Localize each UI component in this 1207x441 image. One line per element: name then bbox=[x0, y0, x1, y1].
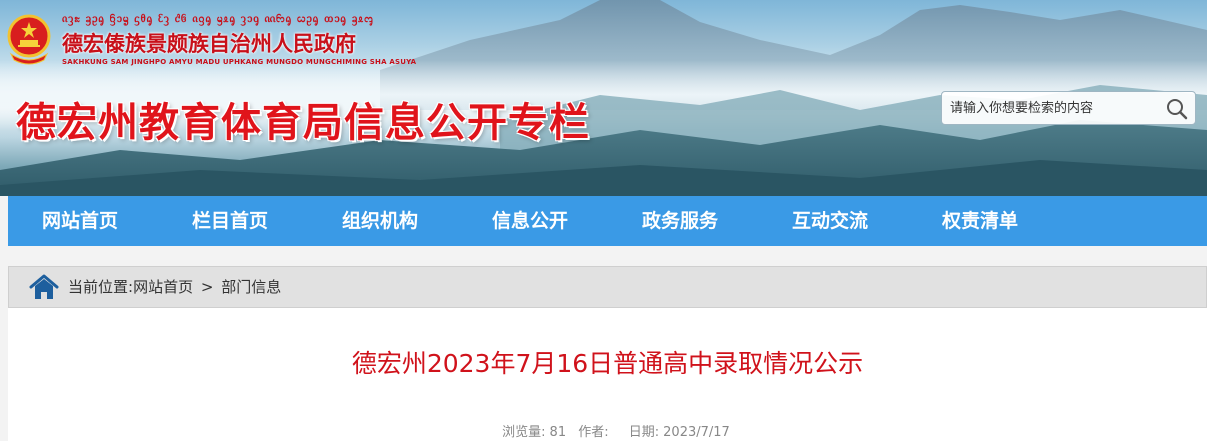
article-title: 德宏州2023年7月16日普通高中录取情况公示 bbox=[351, 349, 864, 378]
nav-item-responsibility-list[interactable]: 权责清单 bbox=[942, 196, 1018, 246]
nav-item-column-home[interactable]: 栏目首页 bbox=[192, 196, 268, 246]
search-input[interactable] bbox=[950, 92, 1160, 124]
minority-script-title: ᦵᦡᦰ ᦃᦳᧂ ᦌᦱᧄ ᦓᦲᧂ ᦷᦡ ᦺᦑ ᦵᦋᧂ ᦙᦸᧂ ᦡᦱᧁ ᦶᦝᧂ ᦍᦳ… bbox=[62, 12, 374, 25]
national-emblem-icon bbox=[7, 14, 51, 65]
nav-item-organization[interactable]: 组织机构 bbox=[342, 196, 418, 246]
breadcrumb-current[interactable]: 部门信息 bbox=[221, 278, 281, 296]
date-label: 日期: bbox=[628, 425, 660, 440]
article-meta: 浏览量: 81 作者: 日期: 2023/7/17 bbox=[8, 421, 1207, 440]
views-value: 81 bbox=[549, 425, 567, 440]
breadcrumb-separator: > bbox=[200, 278, 214, 296]
nav-item-info-disclosure[interactable]: 信息公开 bbox=[492, 196, 568, 246]
views-label: 浏览量: bbox=[502, 425, 546, 440]
nav-item-site-home[interactable]: 网站首页 bbox=[42, 196, 118, 246]
breadcrumb: 当前位置:网站首页 > 部门信息 bbox=[8, 266, 1207, 308]
search-box bbox=[941, 91, 1196, 125]
home-icon[interactable] bbox=[29, 274, 59, 300]
government-name: 德宏傣族景颇族自治州人民政府 bbox=[62, 32, 356, 56]
nav-item-gov-services[interactable]: 政务服务 bbox=[642, 196, 718, 246]
breadcrumb-home-link[interactable]: 网站首页 bbox=[133, 278, 193, 296]
author-label: 作者: bbox=[578, 425, 609, 440]
government-name-latin: SAKHKUNG SAM JINGHPO AMYU MADU UPHKANG M… bbox=[62, 58, 417, 66]
nav-item-interaction[interactable]: 互动交流 bbox=[792, 196, 868, 246]
site-title: 德宏州教育体育局信息公开专栏 bbox=[16, 100, 590, 146]
article-container: 德宏州2023年7月16日普通高中录取情况公示 浏览量: 81 作者: 日期: 20… bbox=[8, 308, 1207, 441]
date-value: 2023/7/17 bbox=[663, 425, 730, 440]
breadcrumb-prefix: 当前位置: bbox=[68, 278, 134, 296]
main-nav: 网站首页 栏目首页 组织机构 信息公开 政务服务 互动交流 权责清单 bbox=[8, 196, 1207, 246]
header-banner: ᦵᦡᦰ ᦃᦳᧂ ᦌᦱᧄ ᦓᦲᧂ ᦷᦡ ᦺᦑ ᦵᦋᧂ ᦙᦸᧂ ᦡᦱᧁ ᦶᦝᧂ ᦍᦳ… bbox=[0, 0, 1207, 196]
search-icon[interactable] bbox=[1165, 97, 1189, 121]
